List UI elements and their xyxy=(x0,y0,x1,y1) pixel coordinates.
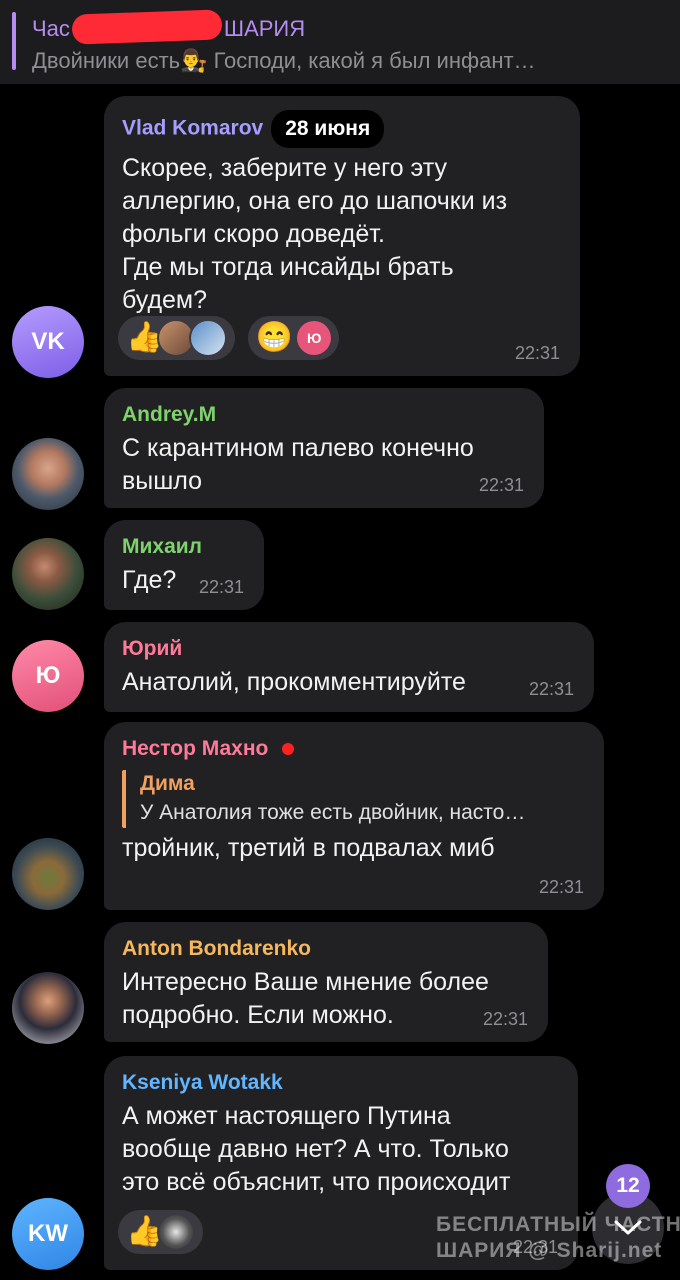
redaction-mark xyxy=(71,9,223,45)
date-pill: 28 июня xyxy=(271,110,385,148)
reaction-thumbs-up[interactable]: 👍 xyxy=(118,316,236,360)
avatar[interactable] xyxy=(12,972,84,1044)
reactions: 👍 😁 Ю xyxy=(118,316,347,360)
avatar[interactable] xyxy=(12,838,84,910)
avatar[interactable]: Ю xyxy=(12,640,84,712)
message-bubble[interactable]: Юрий Анатолий, прокомментируйте 22:31 xyxy=(104,622,594,712)
message-time: 22:31 xyxy=(528,679,574,699)
message-bubble[interactable]: Andrey.M С карантином палево конечно выш… xyxy=(104,388,544,508)
pinned-accent-bar xyxy=(12,12,16,70)
reactor-avatar xyxy=(189,319,228,357)
watermark: БЕСПЛАТНЫЙ ЧАСТНЫЙ ШАРИЯ @ Sharij.net xyxy=(436,1213,680,1262)
avatar[interactable]: VK xyxy=(12,306,84,378)
sender-name[interactable]: Михаил xyxy=(122,534,246,560)
message-text: С карантином палево конечно вышло xyxy=(122,434,474,495)
message-bubble[interactable]: Нестор Махно Дима У Анатолия тоже есть д… xyxy=(104,722,604,910)
avatar[interactable] xyxy=(12,438,84,510)
sender-name[interactable]: Юрий xyxy=(122,636,576,662)
reply-author: Дима xyxy=(140,772,195,795)
message-bubble[interactable]: Михаил Где? 22:31 xyxy=(104,520,264,610)
reply-quote[interactable]: Дима У Анатолия тоже есть двойник, насто… xyxy=(122,770,586,828)
reply-text: У Анатолия тоже есть двойник, насто… xyxy=(140,801,526,824)
sender-name[interactable]: Anton Bondarenko xyxy=(122,936,530,962)
unread-count-badge: 12 xyxy=(606,1164,650,1208)
reactions: 👍 xyxy=(118,1210,211,1254)
message-text: Скорее, заберите у него эту аллергию, он… xyxy=(122,154,508,314)
sender-name[interactable]: Vlad Komarov 28 июня xyxy=(122,110,562,148)
sender-name[interactable]: Andrey.M xyxy=(122,402,526,428)
sender-name[interactable]: Нестор Махно xyxy=(122,736,586,762)
message-time: 22:31 xyxy=(478,475,524,495)
message-time: 22:31 xyxy=(538,877,584,897)
message-time: 22:31 xyxy=(198,577,244,597)
reactor-avatar: Ю xyxy=(297,321,332,355)
reactor-avatar xyxy=(157,1213,196,1251)
reaction-thumbs-up[interactable]: 👍 xyxy=(118,1210,204,1254)
message-text: А может настоящего Путина вообще давно н… xyxy=(122,1102,511,1196)
avatar[interactable] xyxy=(12,538,84,610)
grin-icon: 😁 xyxy=(255,321,294,354)
red-dot-icon xyxy=(282,743,295,756)
message-text: Анатолий, прокомментируйте xyxy=(122,668,466,696)
message-text: Интересно Ваше мнение более подробно. Ес… xyxy=(122,968,489,1029)
pinned-preview: Двойники есть👨‍⚖️ Господи, какой я был и… xyxy=(32,48,536,73)
message-time: 22:31 xyxy=(514,343,560,363)
message-time: 22:31 xyxy=(482,1009,528,1029)
avatar[interactable]: KW xyxy=(12,1198,84,1270)
message-bubble[interactable]: Anton Bondarenko Интересно Ваше мнение б… xyxy=(104,922,548,1042)
pinned-title: Час ШАРИЯ xyxy=(32,9,305,45)
sender-name[interactable]: Kseniya Wotakk xyxy=(122,1070,560,1096)
message-text: тройник, третий в подвалах миб xyxy=(122,834,495,862)
pinned-message-bar[interactable]: Час ШАРИЯ Двойники есть👨‍⚖️ Господи, како… xyxy=(0,0,680,84)
reaction-grin[interactable]: 😁 Ю xyxy=(247,316,340,360)
message-bubble[interactable]: Vlad Komarov 28 июня Скорее, заберите у н… xyxy=(104,96,580,376)
